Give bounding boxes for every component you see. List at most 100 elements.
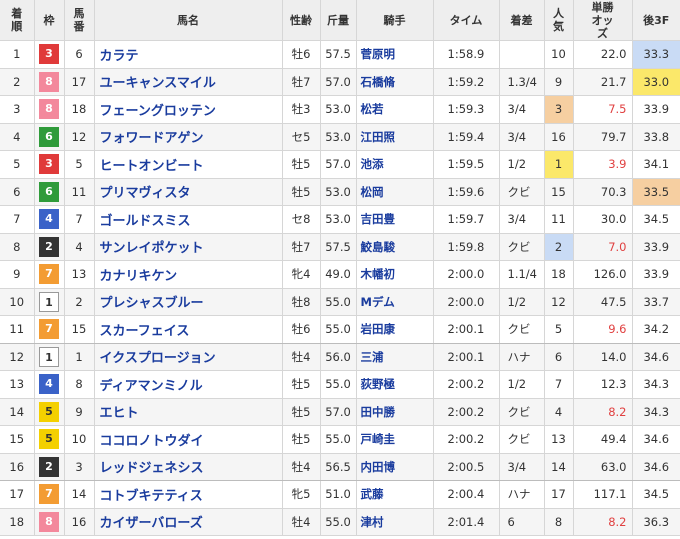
win-odds: 47.5 (573, 288, 633, 316)
table-row: 3 8 18 フェーングロッテン 牡3 53.0 松若 1:59.3 3/4 3 7.5 33.9 (0, 95, 680, 124)
table-row: 9 7 13 カナリキケン 牝4 49.0 木幡初 2:00.0 1.1/4 18 126.0 33.… (0, 260, 680, 289)
table-row: 2 8 17 ユーキャンスマイル 牡7 57.0 石橋脩 1:59.2 1.3/4 9 21.7 33… (0, 68, 680, 96)
horse-name-link[interactable]: ユーキャンスマイル (94, 68, 283, 96)
header-frame[interactable]: 枠 (34, 0, 65, 41)
horse-number: 4 (64, 233, 95, 261)
header-sexage[interactable]: 性齢 (282, 0, 321, 41)
frame-badge: 6 (39, 181, 59, 202)
jockey-link[interactable]: 戸崎圭 (356, 425, 434, 454)
horse-name-link[interactable]: ヒートオンビート (94, 150, 283, 179)
jockey-link[interactable]: 菅原明 (356, 40, 434, 69)
jockey-link[interactable]: 江田照 (356, 123, 434, 151)
horse-number: 18 (64, 95, 95, 124)
carried-weight: 57.0 (320, 68, 357, 96)
header-horse[interactable]: 馬名 (94, 0, 283, 41)
header-weight[interactable]: 斤量 (320, 0, 357, 41)
horse-name-link[interactable]: フォワードアゲン (94, 123, 283, 151)
frame-cell: 2 (34, 453, 65, 481)
jockey-link[interactable]: 松岡 (356, 178, 434, 206)
last-3f: 34.3 (632, 398, 680, 426)
horse-number: 12 (64, 123, 95, 151)
win-odds: 63.0 (573, 453, 633, 481)
jockey-link[interactable]: 三浦 (356, 343, 434, 371)
finish-time: 2:00.5 (433, 453, 500, 481)
finish-position: 9 (0, 260, 35, 289)
horse-name-link[interactable]: ディアマンミノル (94, 370, 283, 399)
horse-name-link[interactable]: コトブキテティス (94, 480, 283, 509)
popularity: 6 (544, 343, 574, 371)
header-jockey[interactable]: 騎手 (356, 0, 434, 41)
header-pop[interactable]: 人気 (544, 0, 574, 41)
frame-cell: 3 (34, 40, 65, 69)
frame-badge: 2 (39, 236, 59, 257)
last-3f: 33.7 (632, 288, 680, 316)
popularity: 5 (544, 315, 574, 344)
win-odds: 117.1 (573, 480, 633, 509)
horse-name-link[interactable]: カナリキケン (94, 260, 283, 289)
jockey-link[interactable]: 荻野極 (356, 370, 434, 399)
frame-badge: 7 (39, 484, 59, 505)
last-3f: 34.6 (632, 425, 680, 454)
horse-number: 5 (64, 150, 95, 179)
jockey-link[interactable]: Mデム (356, 288, 434, 316)
last-3f: 34.3 (632, 370, 680, 399)
last-3f: 34.6 (632, 343, 680, 371)
horse-number: 13 (64, 260, 95, 289)
win-odds: 9.6 (573, 315, 633, 344)
horse-name-link[interactable]: イクスプロージョン (94, 343, 283, 371)
carried-weight: 57.0 (320, 398, 357, 426)
horse-name-link[interactable]: ゴールドスミス (94, 205, 283, 234)
jockey-link[interactable]: 木幡初 (356, 260, 434, 289)
popularity: 11 (544, 205, 574, 234)
header-pos[interactable]: 着順 (0, 0, 35, 41)
frame-badge: 5 (39, 429, 59, 450)
jockey-link[interactable]: 池添 (356, 150, 434, 179)
jockey-link[interactable]: 内田博 (356, 453, 434, 481)
jockey-link[interactable]: 津村 (356, 508, 434, 536)
popularity: 15 (544, 178, 574, 206)
horse-name-link[interactable]: サンレイポケット (94, 233, 283, 261)
table-row: 10 1 2 プレシャスブルー 牡8 55.0 Mデム 2:00.0 1/2 12 47.5 33.7 (0, 288, 680, 316)
carried-weight: 57.5 (320, 233, 357, 261)
frame-badge: 1 (39, 346, 59, 367)
horse-name-link[interactable]: プレシャスブルー (94, 288, 283, 316)
horse-name-link[interactable]: ココロノトウダイ (94, 425, 283, 454)
finish-position: 11 (0, 315, 35, 344)
frame-cell: 3 (34, 150, 65, 179)
horse-name-link[interactable]: エヒト (94, 398, 283, 426)
frame-cell: 5 (34, 425, 65, 454)
header-last3f[interactable]: 後3F (632, 0, 680, 41)
horse-name-link[interactable]: カラテ (94, 40, 283, 69)
jockey-link[interactable]: 岩田康 (356, 315, 434, 344)
margin: 1/2 (499, 288, 545, 316)
header-num[interactable]: 馬番 (64, 0, 95, 41)
horse-name-link[interactable]: スカーフェイス (94, 315, 283, 344)
frame-badge: 6 (39, 126, 59, 147)
jockey-link[interactable]: 松若 (356, 95, 434, 124)
header-time[interactable]: タイム (433, 0, 500, 41)
margin: 1.1/4 (499, 260, 545, 289)
carried-weight: 55.0 (320, 315, 357, 344)
jockey-link[interactable]: 武藤 (356, 480, 434, 509)
frame-cell: 1 (34, 343, 65, 371)
horse-name-link[interactable]: レッドジェネシス (94, 453, 283, 481)
jockey-link[interactable]: 石橋脩 (356, 68, 434, 96)
header-odds[interactable]: 単勝オッズ (573, 0, 633, 41)
margin: クビ (499, 398, 545, 426)
table-row: 16 2 3 レッドジェネシス 牡4 56.5 内田博 2:00.5 3/4 14 63.0 34.6 (0, 453, 680, 481)
jockey-link[interactable]: 田中勝 (356, 398, 434, 426)
horse-name-link[interactable]: プリマヴィスタ (94, 178, 283, 206)
jockey-link[interactable]: 鮫島駿 (356, 233, 434, 261)
frame-badge: 4 (39, 374, 59, 395)
jockey-link[interactable]: 吉田豊 (356, 205, 434, 234)
carried-weight: 53.0 (320, 205, 357, 234)
horse-name-link[interactable]: フェーングロッテン (94, 95, 283, 124)
win-odds: 14.0 (573, 343, 633, 371)
finish-position: 12 (0, 343, 35, 371)
horse-name-link[interactable]: カイザーバローズ (94, 508, 283, 536)
horse-number: 6 (64, 40, 95, 69)
header-margin[interactable]: 着差 (499, 0, 545, 41)
carried-weight: 57.0 (320, 150, 357, 179)
popularity: 8 (544, 508, 574, 536)
last-3f: 34.6 (632, 453, 680, 481)
